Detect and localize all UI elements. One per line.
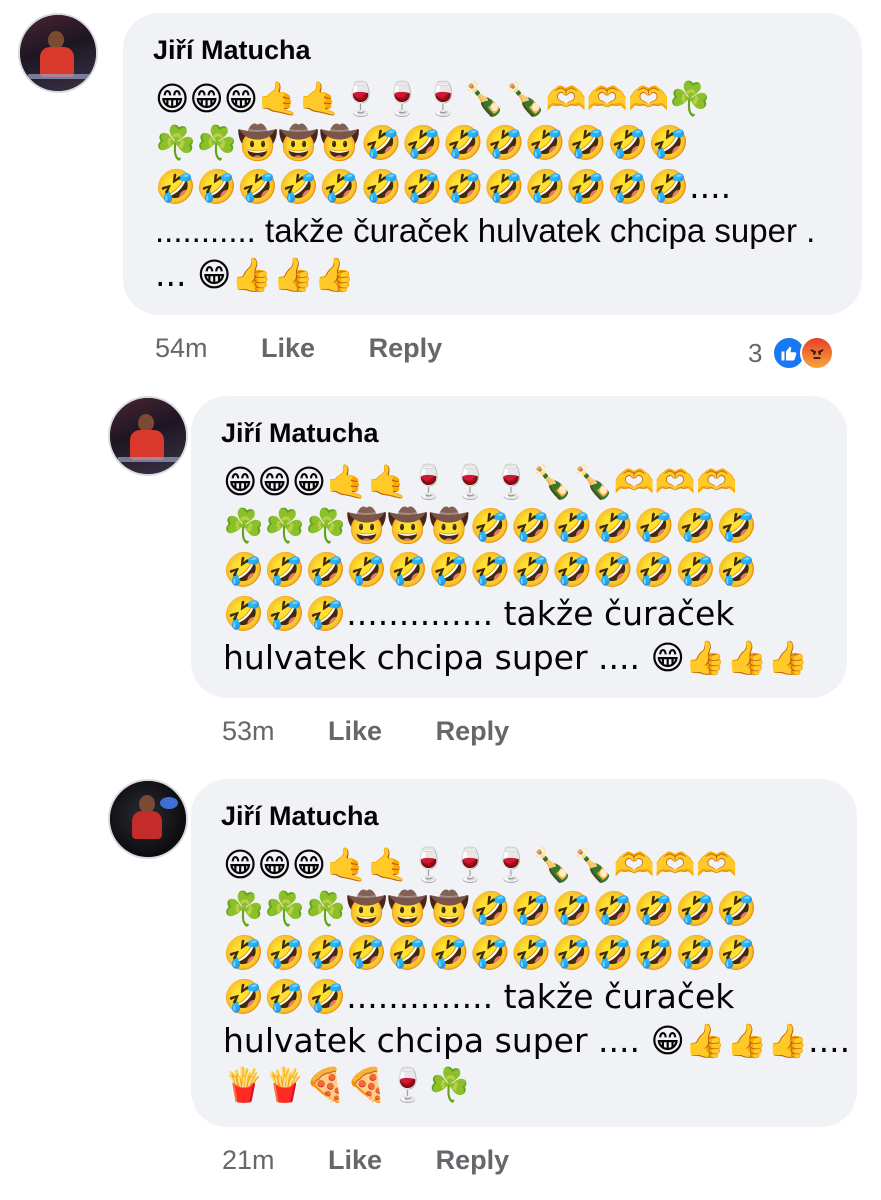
like-button[interactable]: Like	[328, 716, 382, 746]
comment-author[interactable]: Jiří Matucha	[153, 35, 311, 66]
like-button[interactable]: Like	[261, 333, 315, 363]
reply-button[interactable]: Reply	[436, 1145, 510, 1175]
reply-button[interactable]: Reply	[436, 716, 510, 746]
comment-bubble: Jiří Matucha 😁😁😁🤙🤙🍷🍷🍷🍾🍾🫶🫶🫶☘️ ☘️☘️🤠🤠🤠🤣🤣🤣🤣…	[123, 13, 862, 315]
reply-button[interactable]: Reply	[369, 333, 443, 363]
comment-text-line: ☘️☘️🤠🤠🤠🤣🤣🤣🤣🤣🤣🤣🤣	[155, 123, 690, 162]
comment-text-line: hulvatek chcipa super .... 😁👍👍👍....	[223, 1021, 851, 1060]
comment-bubble: Jiří Matucha 😁😁😁🤙🤙🍷🍷🍷🍾🍾🫶🫶🫶 ☘️☘️☘️🤠🤠🤠🤣🤣🤣🤣…	[191, 779, 857, 1127]
comment-text-line: ... 😁👍👍👍	[155, 255, 355, 294]
reaction-summary[interactable]: 3	[748, 336, 835, 370]
comment-text-line: ........... takže čuraček hulvatek chcip…	[155, 212, 816, 249]
comment-text: 😁😁😁🤙🤙🍷🍷🍷🍾🍾🫶🫶🫶☘️ ☘️☘️🤠🤠🤠🤣🤣🤣🤣🤣🤣🤣🤣 🤣🤣🤣🤣🤣🤣🤣🤣…	[155, 77, 815, 297]
comment-text: 😁😁😁🤙🤙🍷🍷🍷🍾🍾🫶🫶🫶 ☘️☘️☘️🤠🤠🤠🤣🤣🤣🤣🤣🤣🤣 🤣🤣🤣🤣🤣🤣🤣🤣🤣…	[223, 460, 808, 680]
comment-actions: 21m Like Reply	[222, 1145, 509, 1176]
avatar[interactable]	[18, 13, 98, 93]
comment-author[interactable]: Jiří Matucha	[221, 418, 379, 449]
comment-text-line: ☘️☘️☘️🤠🤠🤠🤣🤣🤣🤣🤣🤣🤣	[223, 506, 758, 545]
comment-author[interactable]: Jiří Matucha	[221, 801, 379, 832]
comment-text-line: 🤣🤣🤣.............. takže čuraček	[223, 977, 735, 1016]
comment-text-line: 😁😁😁🤙🤙🍷🍷🍷🍾🍾🫶🫶🫶	[223, 462, 738, 501]
comment-text-line: hulvatek chcipa super .... 😁👍👍👍	[223, 638, 809, 677]
avatar[interactable]	[108, 396, 188, 476]
angry-icon	[800, 336, 835, 370]
comment-text-line: 🤣🤣🤣🤣🤣🤣🤣🤣🤣🤣🤣🤣🤣	[223, 550, 758, 589]
comment-text-line: 😁😁😁🤙🤙🍷🍷🍷🍾🍾🫶🫶🫶☘️	[155, 79, 711, 118]
comment-text-line: 🤣🤣🤣.............. takže čuraček	[223, 594, 735, 633]
comment-timestamp[interactable]: 53m	[222, 716, 275, 746]
comment-text-line: 🍟🍟🍕🍕🍷☘️	[223, 1065, 470, 1104]
comment-thread: Jiří Matucha 😁😁😁🤙🤙🍷🍷🍷🍾🍾🫶🫶🫶☘️ ☘️☘️🤠🤠🤠🤣🤣🤣🤣…	[0, 0, 881, 1200]
comment-actions: 54m Like Reply	[155, 333, 442, 364]
comment-text: 😁😁😁🤙🤙🍷🍷🍷🍾🍾🫶🫶🫶 ☘️☘️☘️🤠🤠🤠🤣🤣🤣🤣🤣🤣🤣 🤣🤣🤣🤣🤣🤣🤣🤣🤣…	[223, 843, 850, 1107]
comment-timestamp[interactable]: 54m	[155, 333, 208, 363]
reaction-count: 3	[748, 337, 763, 368]
comment-text-line: 🤣🤣🤣🤣🤣🤣🤣🤣🤣🤣🤣🤣🤣....	[155, 167, 732, 206]
comment-text-line: ☘️☘️☘️🤠🤠🤠🤣🤣🤣🤣🤣🤣🤣	[223, 889, 758, 928]
comment-actions: 53m Like Reply	[222, 716, 509, 747]
comment-text-line: 😁😁😁🤙🤙🍷🍷🍷🍾🍾🫶🫶🫶	[223, 845, 738, 884]
avatar[interactable]	[108, 779, 188, 859]
comment-text-line: 🤣🤣🤣🤣🤣🤣🤣🤣🤣🤣🤣🤣🤣	[223, 933, 758, 972]
like-button[interactable]: Like	[328, 1145, 382, 1175]
comment-timestamp[interactable]: 21m	[222, 1145, 275, 1175]
comment-bubble: Jiří Matucha 😁😁😁🤙🤙🍷🍷🍷🍾🍾🫶🫶🫶 ☘️☘️☘️🤠🤠🤠🤣🤣🤣🤣…	[191, 396, 847, 698]
